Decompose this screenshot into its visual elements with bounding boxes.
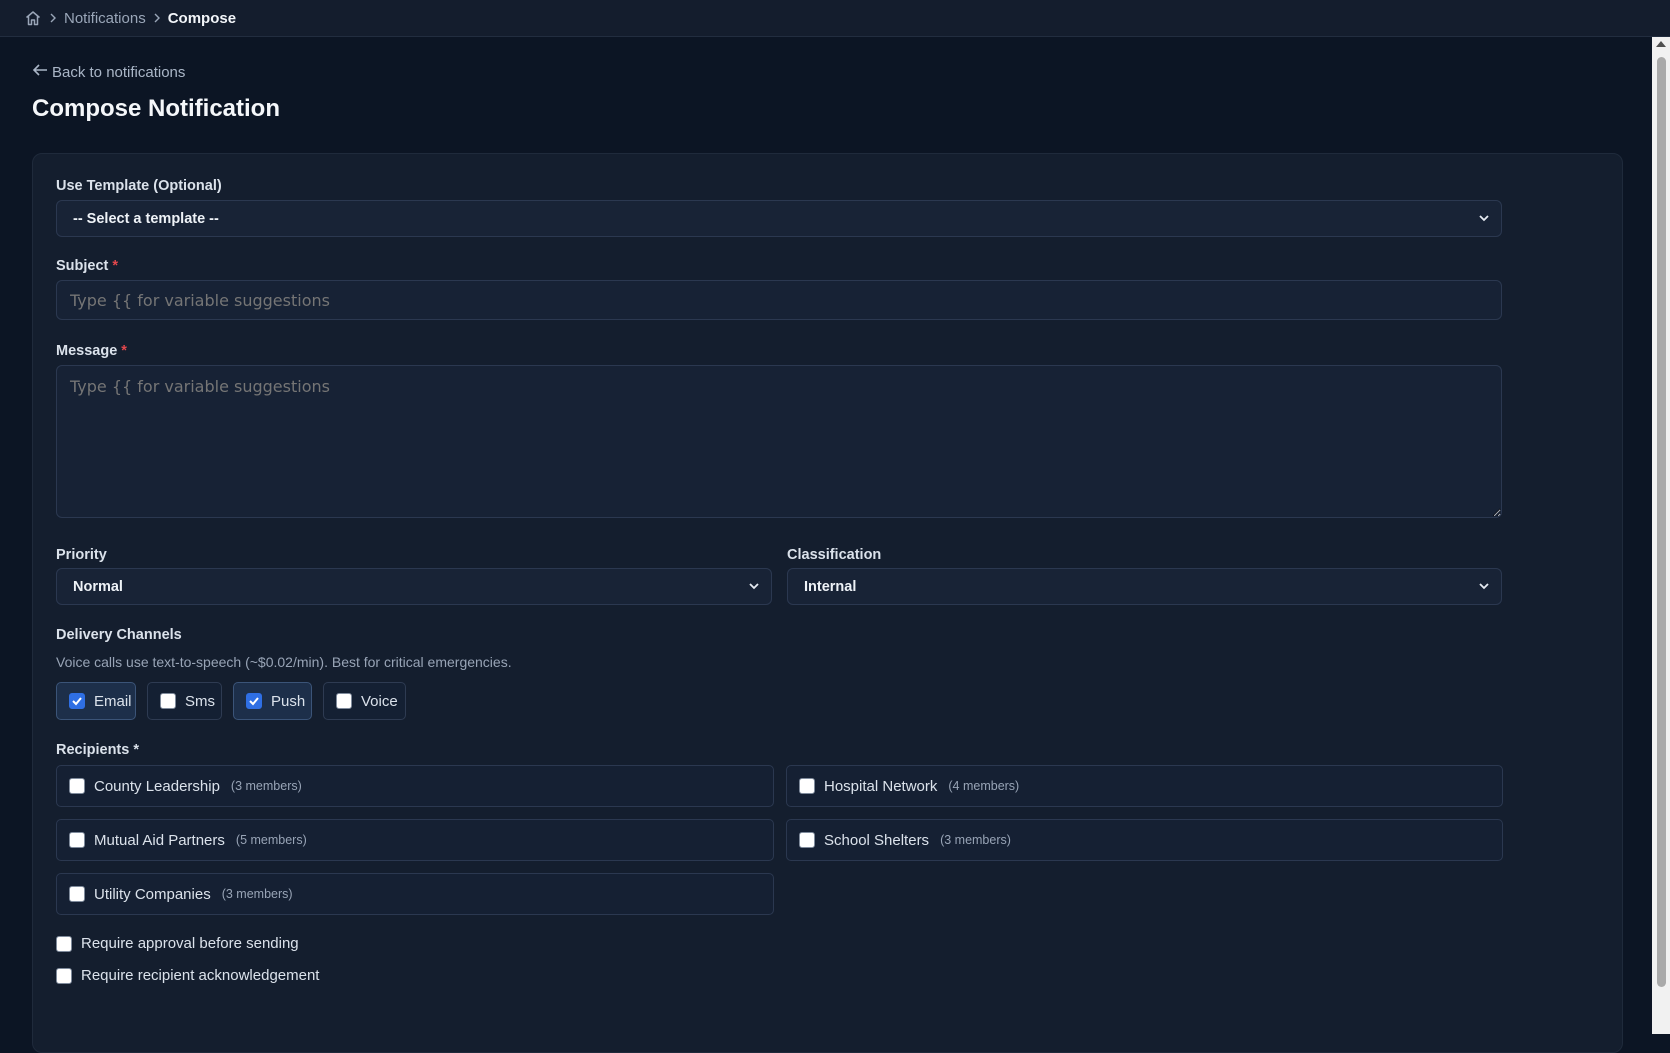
checkbox-checked[interactable] [246,693,262,709]
message-textarea[interactable] [56,365,1502,518]
template-select-value: -- Select a template -- [73,210,219,227]
channel-voice-label: Voice [361,692,398,710]
recipients-label: Recipients * [56,742,139,758]
recipient-group-count: (3 members) [940,833,1011,847]
channel-voice[interactable]: Voice [323,682,406,720]
page-scrollbar[interactable] [1652,37,1670,1034]
channel-sms-label: Sms [185,692,215,710]
checkbox[interactable] [69,886,85,902]
recipient-group-hospital-network[interactable]: Hospital Network (4 members) [786,765,1503,807]
checkbox[interactable] [56,935,72,952]
checkbox[interactable] [160,693,176,709]
breadcrumb: Notifications Compose [0,0,1670,37]
checkbox-checked[interactable] [69,693,85,709]
scrollbar-thumb[interactable] [1657,57,1666,987]
classification-select-value: Internal [804,578,857,595]
chevron-down-icon [1477,579,1491,593]
recipient-group-name: Hospital Network [824,777,938,795]
page-title: Compose Notification [32,95,281,122]
main-content: Back to notifications Compose Notificati… [0,37,1652,1053]
channel-push[interactable]: Push [233,682,312,720]
back-link[interactable]: Back to notifications [32,63,185,81]
channel-email[interactable]: Email [56,682,136,720]
recipient-group-name: Mutual Aid Partners [94,831,225,849]
checkbox[interactable] [56,967,72,984]
priority-select-value: Normal [73,578,123,595]
channel-sms[interactable]: Sms [147,682,222,720]
message-label: Message * [56,343,127,359]
recipient-group-count: (4 members) [948,779,1020,793]
recipient-group-count: (3 members) [221,887,293,901]
priority-label: Priority [56,547,107,563]
require-approval-option[interactable]: Require approval before sending [56,935,299,952]
home-icon[interactable] [24,9,42,27]
subject-label: Subject * [56,258,119,274]
recipient-group-name: School Shelters [824,831,930,849]
recipient-group-count: (5 members) [235,833,307,847]
chevron-down-icon [1477,211,1491,225]
breadcrumb-item-compose: Compose [167,9,237,27]
compose-form: Use Template (Optional) -- Select a temp… [32,153,1623,1053]
require-approval-label: Require approval before sending [81,935,299,952]
recipient-group-school-shelters[interactable]: School Shelters (3 members) [786,819,1503,861]
recipient-group-mutual-aid-partners[interactable]: Mutual Aid Partners (5 members) [56,819,774,861]
require-acknowledgement-option[interactable]: Require recipient acknowledgement [56,967,319,984]
checkbox[interactable] [69,778,85,794]
chevron-right-icon [152,12,162,24]
checkbox[interactable] [799,778,815,794]
classification-select[interactable]: Internal [787,568,1502,605]
classification-label: Classification [787,547,882,563]
recipient-group-name: County Leadership [94,777,220,795]
breadcrumb-item-notifications[interactable]: Notifications [64,10,146,27]
subject-input[interactable] [56,280,1502,320]
recipient-group-county-leadership[interactable]: County Leadership (3 members) [56,765,774,807]
chevron-right-icon [48,12,58,24]
arrow-left-icon [32,63,48,81]
channel-push-label: Push [271,692,306,710]
recipient-group-utility-companies[interactable]: Utility Companies (3 members) [56,873,774,915]
recipient-group-name: Utility Companies [94,885,211,903]
scroll-up-arrow-icon[interactable] [1656,41,1666,47]
recipient-group-count: (3 members) [230,779,302,793]
chevron-down-icon [747,579,761,593]
checkbox[interactable] [69,832,85,848]
back-link-label: Back to notifications [52,63,186,81]
template-label: Use Template (Optional) [56,178,222,194]
require-acknowledgement-label: Require recipient acknowledgement [81,967,320,984]
delivery-channels-label: Delivery Channels [56,627,182,643]
priority-select[interactable]: Normal [56,568,772,605]
delivery-hint: Voice calls use text-to-speech (~$0.02/m… [56,654,512,670]
template-select[interactable]: -- Select a template -- [56,200,1502,237]
checkbox[interactable] [799,832,815,848]
channel-email-label: Email [94,692,132,710]
checkbox[interactable] [336,693,352,709]
